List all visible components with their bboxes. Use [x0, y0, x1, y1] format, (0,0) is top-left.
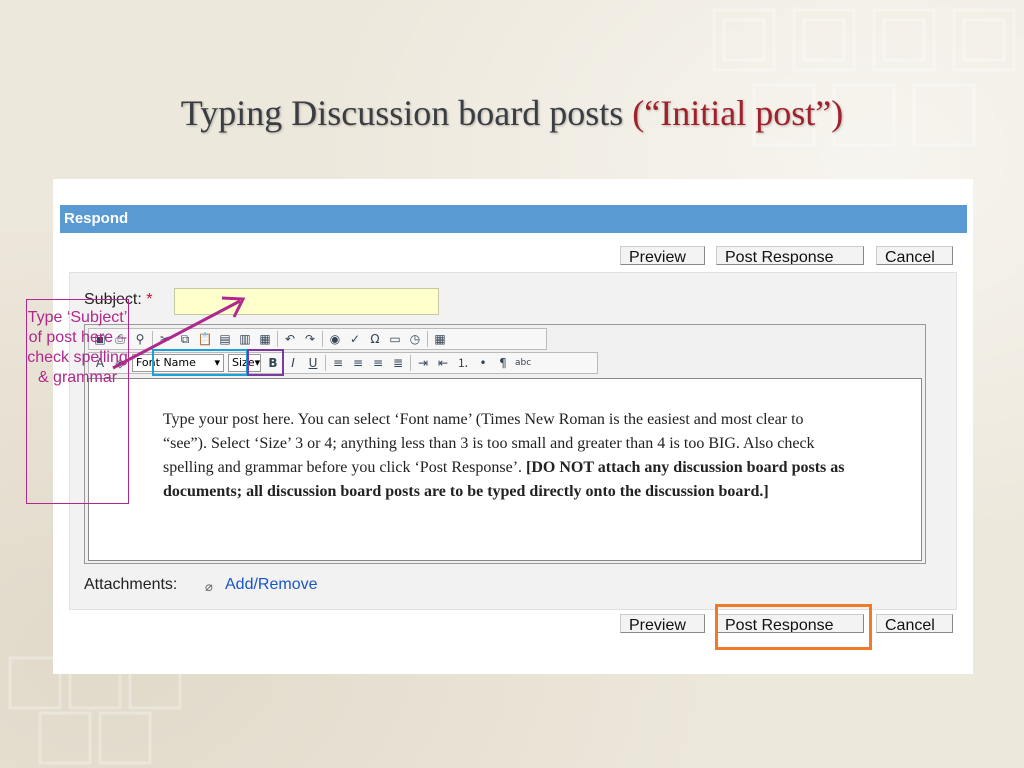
paste-word-icon[interactable]: ▥: [237, 331, 253, 347]
spellcheck-icon[interactable]: ✓: [347, 331, 363, 347]
indent-icon[interactable]: ⇥: [415, 355, 431, 371]
subject-input[interactable]: [174, 288, 439, 315]
add-remove-link[interactable]: Add/Remove: [225, 576, 318, 594]
cut-icon[interactable]: ✂: [157, 331, 173, 347]
template-icon[interactable]: ▭: [387, 331, 403, 347]
required-marker: *: [146, 291, 153, 308]
background-pattern: [712, 8, 1016, 147]
preview-button-bottom[interactable]: Preview: [620, 614, 705, 633]
align-right-icon[interactable]: ≡: [370, 355, 386, 371]
spellcheck-format-icon[interactable]: ▦: [257, 331, 273, 347]
subject-callout: Type ‘Subject’ of post here – check spel…: [26, 299, 129, 504]
editor-body[interactable]: Type your post here. You can select ‘Fon…: [88, 378, 922, 561]
paste-icon[interactable]: 📋: [197, 331, 213, 347]
link-icon[interactable]: ◉: [327, 331, 343, 347]
toolbar-separator: [322, 331, 323, 347]
underline-icon[interactable]: U: [305, 355, 321, 371]
align-center-icon[interactable]: ≡: [350, 355, 366, 371]
paste-text-icon[interactable]: ▤: [217, 331, 233, 347]
slide-title-main: Typing Discussion board posts: [180, 93, 624, 133]
slide-title-accent: (“Initial post”): [632, 93, 844, 133]
paragraph-icon[interactable]: ¶: [495, 355, 511, 371]
outdent-icon[interactable]: ⇤: [435, 355, 451, 371]
size-highlight: [247, 349, 284, 376]
editor-toolbar-row-1: ▣ ⎙ ⚲ ✂ ⧉ 📋 ▤ ▥ ▦ ↶ ↷ ◉ ✓ Ω ▭ ◷ ▦: [88, 328, 547, 350]
respond-screenshot: Respond Preview Post Response Cancel Sub…: [53, 179, 973, 674]
font-name-highlight: [152, 349, 248, 376]
justify-icon[interactable]: ≣: [390, 355, 406, 371]
post-response-highlight: [715, 604, 872, 650]
preview-button-top[interactable]: Preview: [620, 246, 705, 265]
align-left-icon[interactable]: ≡: [330, 355, 346, 371]
toolbar-separator: [152, 331, 153, 347]
toolbar-separator: [427, 331, 428, 347]
copy-icon[interactable]: ⧉: [177, 331, 193, 347]
datetime-icon[interactable]: ◷: [407, 331, 423, 347]
toolbar-separator: [277, 331, 278, 347]
ordered-list-icon[interactable]: ⒈: [455, 355, 471, 371]
post-response-button-top[interactable]: Post Response: [716, 246, 864, 265]
bullet-list-icon[interactable]: •: [475, 355, 491, 371]
cancel-button-top[interactable]: Cancel: [876, 246, 953, 265]
redo-icon[interactable]: ↷: [302, 331, 318, 347]
special-char-icon[interactable]: Ω: [367, 331, 383, 347]
toolbar-separator: [325, 355, 326, 371]
toolbar-separator: [410, 355, 411, 371]
cancel-button-bottom[interactable]: Cancel: [876, 614, 953, 633]
attachments-label: Attachments:: [84, 576, 178, 593]
undo-icon[interactable]: ↶: [282, 331, 298, 347]
paperclip-icon: ⌀: [205, 580, 213, 595]
table-icon[interactable]: ▦: [432, 331, 448, 347]
respond-header: Respond: [60, 205, 967, 233]
find-icon[interactable]: ⚲: [132, 331, 148, 347]
slide-title: Typing Discussion board posts (“Initial …: [0, 92, 1024, 134]
strikethrough-icon[interactable]: abc: [515, 355, 531, 371]
italic-icon[interactable]: I: [285, 355, 301, 371]
